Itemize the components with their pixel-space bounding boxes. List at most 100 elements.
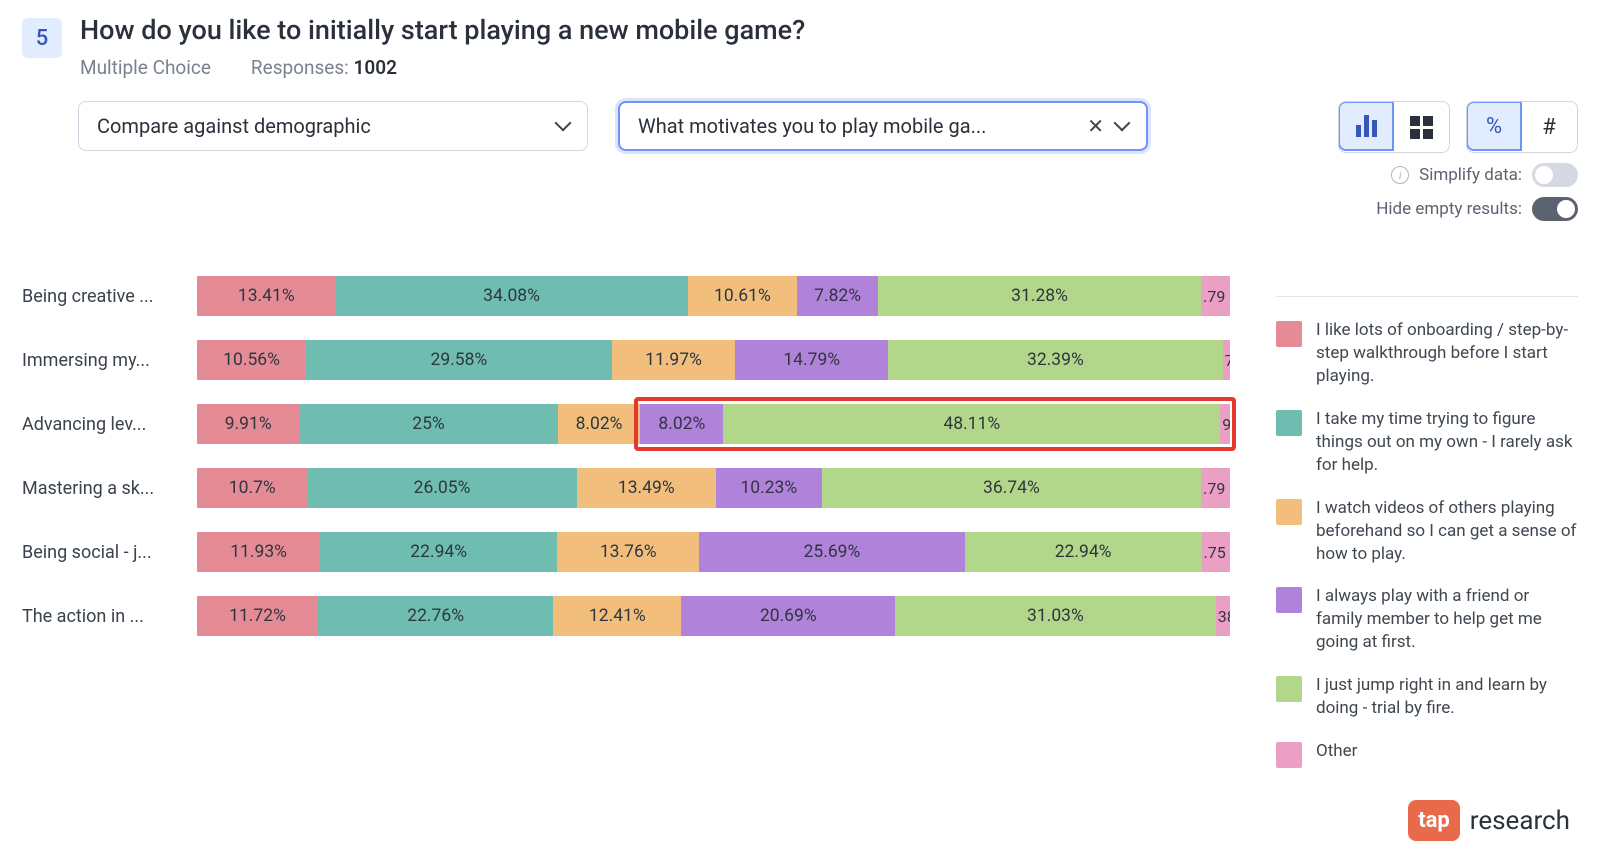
bar-segment[interactable]: 34.08% [336, 276, 688, 316]
bar-segment[interactable]: 48.11% [723, 404, 1220, 444]
bar-segment[interactable]: 31.28% [878, 276, 1201, 316]
hide-empty-label: Hide empty results: [1376, 199, 1522, 219]
bar-segment[interactable]: 13.41% [197, 276, 336, 316]
bar-segment[interactable]: 22.94% [965, 532, 1202, 572]
count-button[interactable]: # [1521, 102, 1577, 152]
grid-icon [1410, 116, 1433, 139]
bar-row: Being social - j...11.93%22.94%13.76%25.… [22, 532, 1230, 572]
bar-segment[interactable]: 10.61% [688, 276, 798, 316]
bar-segment[interactable]: 22.94% [320, 532, 557, 572]
bar-row-label: Immersing my... [22, 350, 197, 371]
filter-dropdown-label: What motivates you to play mobile ga... [638, 114, 1087, 138]
value-mode-toggle: % # [1466, 101, 1578, 153]
bar-segment[interactable]: 25% [299, 404, 557, 444]
bar-segment[interactable]: 26.05% [308, 468, 577, 508]
legend-item[interactable]: I just jump right in and learn by doing … [1276, 674, 1578, 720]
legend-text: I watch videos of others playing beforeh… [1316, 497, 1578, 566]
bar-segment[interactable]: 31.03% [895, 596, 1216, 636]
bar-segment[interactable]: 13.76% [557, 532, 699, 572]
bar-segment[interactable]: 32.39% [888, 340, 1223, 380]
bar-segment[interactable]: 9.91% [197, 404, 299, 444]
question-number-badge: 5 [22, 18, 62, 58]
bar-segment[interactable]: 7 [1223, 340, 1230, 380]
brand-badge: tap [1408, 800, 1460, 841]
legend-item[interactable]: I like lots of onboarding / step-by-step… [1276, 319, 1578, 388]
bar-segment[interactable]: 11.97% [612, 340, 736, 380]
legend-text: I like lots of onboarding / step-by-step… [1316, 319, 1578, 388]
legend-swatch [1276, 587, 1302, 613]
bar-track: 13.41%34.08%10.61%7.82%31.28%.79 [197, 276, 1230, 316]
bar-segment[interactable]: 36.74% [822, 468, 1202, 508]
bar-segment[interactable]: 14.79% [735, 340, 888, 380]
legend-item[interactable]: I take my time trying to figure things o… [1276, 408, 1578, 477]
bar-segment[interactable]: 11.93% [197, 532, 320, 572]
bar-segment[interactable]: 11.72% [197, 596, 318, 636]
percent-button[interactable]: % [1466, 101, 1522, 151]
stacked-bar-chart: Being creative ...13.41%34.08%10.61%7.82… [22, 276, 1230, 660]
bar-segment[interactable]: 8.02% [640, 404, 723, 444]
legend-text: I just jump right in and learn by doing … [1316, 674, 1578, 720]
bar-row: Mastering a sk...10.7%26.05%13.49%10.23%… [22, 468, 1230, 508]
question-type-label: Multiple Choice [80, 56, 211, 79]
legend-item[interactable]: I always play with a friend or family me… [1276, 585, 1578, 654]
bar-segment[interactable]: .79 [1201, 276, 1230, 316]
view-mode-toggle [1338, 101, 1450, 153]
legend-swatch [1276, 742, 1302, 768]
legend-item[interactable]: Other [1276, 740, 1578, 768]
bar-segment[interactable]: .75 [1202, 532, 1230, 572]
bar-chart-icon [1356, 115, 1377, 137]
bar-row: Being creative ...13.41%34.08%10.61%7.82… [22, 276, 1230, 316]
info-icon[interactable]: i [1391, 166, 1409, 184]
bar-segment[interactable]: 7.82% [797, 276, 878, 316]
hide-empty-toggle[interactable] [1532, 197, 1578, 221]
legend-divider [1276, 296, 1578, 297]
bar-segment[interactable]: 10.23% [716, 468, 822, 508]
bar-row-label: Being social - j... [22, 542, 197, 563]
question-title: How do you like to initially start playi… [80, 14, 1578, 46]
bar-row-label: Advancing lev... [22, 414, 197, 435]
bar-row-label: Being creative ... [22, 286, 197, 307]
bar-segment[interactable]: 29.58% [306, 340, 612, 380]
bar-track: 11.93%22.94%13.76%25.69%22.94%.75 [197, 532, 1230, 572]
simplify-data-label: Simplify data: [1419, 165, 1522, 185]
bar-segment[interactable]: 94 [1220, 404, 1230, 444]
bar-track: 10.7%26.05%13.49%10.23%36.74%.79 [197, 468, 1230, 508]
legend-text: I take my time trying to figure things o… [1316, 408, 1578, 477]
chart-view-button[interactable] [1338, 101, 1394, 151]
responses-count: 1002 [354, 56, 397, 79]
legend-text: I always play with a friend or family me… [1316, 585, 1578, 654]
bar-row-label: The action in ... [22, 606, 197, 627]
bar-segment[interactable]: 10.56% [197, 340, 306, 380]
bar-track: 10.56%29.58%11.97%14.79%32.39%7 [197, 340, 1230, 380]
bar-segment[interactable]: 12.41% [553, 596, 681, 636]
bar-segment[interactable]: 10.7% [197, 468, 308, 508]
bar-track: 9.91%25%8.02%8.02%48.11%94 [197, 404, 1230, 444]
brand-logo: tap research [1408, 800, 1570, 841]
bar-row: Advancing lev...9.91%25%8.02%8.02%48.11%… [22, 404, 1230, 444]
brand-text: research [1470, 806, 1570, 836]
bar-segment[interactable]: 13.49% [577, 468, 716, 508]
bar-segment[interactable]: 22.76% [318, 596, 553, 636]
legend-swatch [1276, 676, 1302, 702]
bar-row-label: Mastering a sk... [22, 478, 197, 499]
legend-swatch [1276, 410, 1302, 436]
compare-demographic-dropdown[interactable]: Compare against demographic [78, 101, 588, 151]
grid-view-button[interactable] [1393, 102, 1449, 152]
legend-text: Other [1316, 740, 1357, 768]
clear-filter-icon[interactable]: ✕ [1087, 116, 1104, 136]
bar-segment[interactable]: 8.02% [558, 404, 641, 444]
bar-segment[interactable]: 25.69% [699, 532, 964, 572]
simplify-data-toggle[interactable] [1532, 163, 1578, 187]
legend-list: I like lots of onboarding / step-by-step… [1276, 319, 1578, 768]
bar-segment[interactable]: 38 [1216, 596, 1230, 636]
chevron-down-icon [1116, 114, 1128, 138]
bar-row: The action in ...11.72%22.76%12.41%20.69… [22, 596, 1230, 636]
filter-question-dropdown[interactable]: What motivates you to play mobile ga... … [618, 101, 1148, 151]
bar-segment[interactable]: 20.69% [681, 596, 895, 636]
responses-label: Responses: [251, 56, 349, 79]
legend-swatch [1276, 321, 1302, 347]
bar-segment[interactable]: .79 [1201, 468, 1230, 508]
bar-row: Immersing my...10.56%29.58%11.97%14.79%3… [22, 340, 1230, 380]
legend-swatch [1276, 499, 1302, 525]
legend-item[interactable]: I watch videos of others playing beforeh… [1276, 497, 1578, 566]
